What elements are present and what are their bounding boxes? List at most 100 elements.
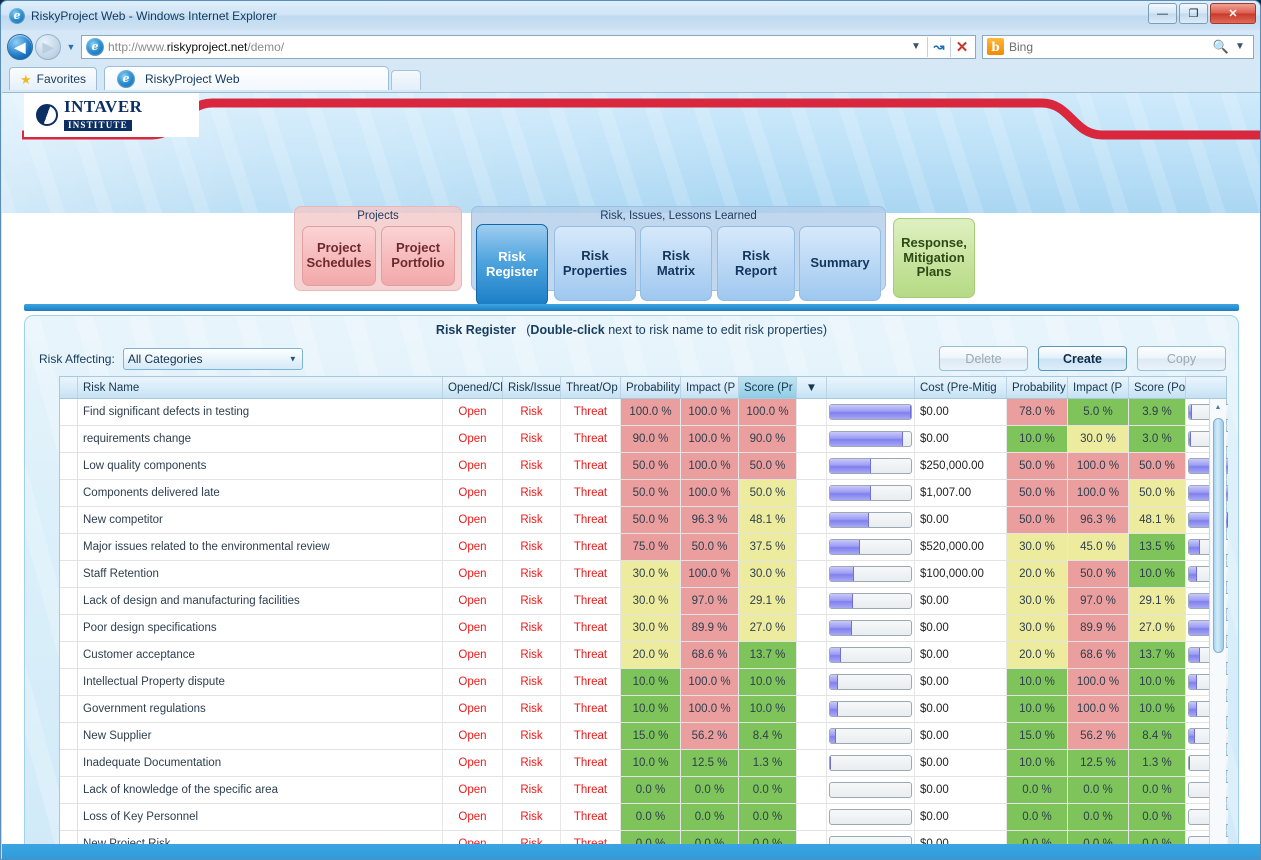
nav-button-project-schedules[interactable]: Project Schedules (302, 226, 376, 286)
nav-button-risk-register-label: Risk Register (485, 249, 539, 279)
grid-header-prob1[interactable]: Probability (621, 377, 681, 398)
cell-sort-spacer (797, 723, 827, 749)
grid-header-threat[interactable]: Threat/Op (561, 377, 621, 398)
cell-name: New Supplier (78, 723, 443, 749)
grid-header-bar2[interactable] (1186, 377, 1238, 398)
search-dropdown-button[interactable]: ▼ (1229, 36, 1251, 58)
table-row[interactable]: Government regulations Open Risk Threat 10.0… (60, 696, 1228, 723)
cell-name: requirements change (78, 426, 443, 452)
nav-button-response-mitigation-plans[interactable]: Response, Mitigation Plans (893, 218, 975, 298)
progress-bar-fill (830, 648, 842, 662)
nav-button-project-portfolio[interactable]: Project Portfolio (381, 226, 455, 286)
cell-imp2: 100.0 % (1068, 480, 1129, 506)
cell-imp1: 68.6 % (681, 642, 739, 668)
table-row[interactable]: Inadequate Documentation Open Risk Threat 10… (60, 750, 1228, 777)
cell-imp2: 45.0 % (1068, 534, 1129, 560)
grid-header-cost[interactable]: Cost (Pre-Mitig (915, 377, 1007, 398)
grid-header-imp2[interactable]: Impact (P (1068, 377, 1129, 398)
table-row[interactable]: New Supplier Open Risk Threat 15.0 % 56.2 % 8.… (60, 723, 1228, 750)
back-button[interactable]: ◀ (7, 33, 33, 60)
favorites-button[interactable]: ★ Favorites (9, 67, 98, 90)
close-button[interactable]: ✕ (1210, 3, 1256, 24)
progress-bar (829, 674, 912, 690)
cell-prob2: 30.0 % (1007, 588, 1068, 614)
scroll-up-button[interactable]: ▲ (1210, 399, 1227, 416)
hint-rest: next to risk name to edit risk propertie… (604, 323, 828, 337)
page-content: INTAVER INSTITUTE Projects Project Schedu… (2, 92, 1260, 859)
grid-header-risk[interactable]: Risk/Issue (503, 377, 561, 398)
cell-threat: Threat (561, 723, 621, 749)
cell-gutter (60, 696, 78, 722)
copy-button[interactable]: Copy (1137, 346, 1226, 371)
table-row[interactable]: Customer acceptance Open Risk Threat 20.0 % 6… (60, 642, 1228, 669)
grid-header-score2[interactable]: Score (Po (1129, 377, 1186, 398)
cell-prob2: 10.0 % (1007, 669, 1068, 695)
stop-icon[interactable]: ✕ (951, 36, 973, 58)
nav-button-risk-matrix[interactable]: Risk Matrix (640, 226, 712, 301)
cell-sort-spacer (797, 507, 827, 533)
refresh-icon[interactable]: ↝ (928, 36, 950, 58)
search-icon[interactable]: 🔍 (1213, 39, 1229, 55)
table-row[interactable]: Low quality components Open Risk Threat 50.0… (60, 453, 1228, 480)
history-dropdown-button[interactable]: ▼ (63, 34, 79, 60)
cell-threat: Threat (561, 804, 621, 830)
cell-imp2: 50.0 % (1068, 561, 1129, 587)
new-tab-button[interactable] (391, 70, 422, 90)
table-row[interactable]: Intellectual Property dispute Open Risk Thr… (60, 669, 1228, 696)
bing-icon: b (987, 38, 1004, 55)
grid-header-row: Risk Name Opened/Cl Risk/Issue Threat/Op Pro… (60, 377, 1226, 399)
grid-header-gutter[interactable] (60, 377, 78, 398)
grid-header-bar1[interactable] (827, 377, 915, 398)
search-input[interactable]: b Bing 🔍 ▼ (982, 34, 1254, 59)
table-row[interactable]: Staff Retention Open Risk Threat 30.0 % 100.0… (60, 561, 1228, 588)
nav-button-risk-properties[interactable]: Risk Properties (554, 226, 636, 301)
grid-body[interactable]: Find significant defects in testing Open R… (60, 399, 1228, 859)
delete-button[interactable]: Delete (939, 346, 1028, 371)
table-row[interactable]: Lack of knowledge of the specific area Op… (60, 777, 1228, 804)
cell-imp2: 100.0 % (1068, 696, 1129, 722)
nav-button-summary[interactable]: Summary (799, 226, 881, 301)
table-row[interactable]: requirements change Open Risk Threat 90.0 % 1… (60, 426, 1228, 453)
browser-tab[interactable]: e RiskyProject Web (104, 66, 390, 90)
grid-header-score1[interactable]: Score (Pr (739, 377, 797, 398)
vertical-scroll-track[interactable] (1210, 416, 1227, 859)
vertical-scrollbar[interactable]: ▲ ▼ (1209, 399, 1227, 859)
nav-button-project-schedules-label: Project Schedules (306, 240, 372, 270)
cell-bar1 (827, 453, 915, 479)
cell-bar1 (827, 669, 915, 695)
grid-header-name[interactable]: Risk Name (78, 377, 443, 398)
url-input[interactable]: e http://www.riskyproject.net/demo/ ▼ ↝ … (81, 34, 976, 59)
grid-header-imp1[interactable]: Impact (P (681, 377, 739, 398)
cell-bar1 (827, 723, 915, 749)
cell-sort-spacer (797, 669, 827, 695)
maximize-button[interactable]: ❐ (1179, 3, 1208, 24)
cell-name: Intellectual Property dispute (78, 669, 443, 695)
cell-imp1: 0.0 % (681, 804, 739, 830)
cell-name: Major issues related to the environmenta… (78, 534, 443, 560)
risk-affecting-select[interactable]: All Categories ▼ (122, 348, 303, 370)
cell-sort-spacer (797, 399, 827, 425)
nav-button-risk-register[interactable]: Risk Register (476, 224, 548, 306)
table-row[interactable]: Loss of Key Personnel Open Risk Threat 0.0 %… (60, 804, 1228, 831)
forward-button[interactable]: ▶ (35, 33, 61, 60)
table-row[interactable]: Find significant defects in testing Open R… (60, 399, 1228, 426)
vertical-scroll-thumb[interactable] (1212, 418, 1224, 653)
cell-threat: Threat (561, 588, 621, 614)
table-row[interactable]: Major issues related to the environmenta… (60, 534, 1228, 561)
create-button[interactable]: Create (1038, 346, 1127, 371)
table-row[interactable]: New competitor Open Risk Threat 50.0 % 96.3 %… (60, 507, 1228, 534)
cell-risk: Risk (503, 777, 561, 803)
back-arrow-icon: ◀ (14, 38, 26, 55)
grid-header-prob2[interactable]: Probability (1007, 377, 1068, 398)
cell-name: Inadequate Documentation (78, 750, 443, 776)
cell-sort-spacer (797, 642, 827, 668)
minimize-button[interactable]: — (1148, 3, 1177, 24)
table-row[interactable]: Poor design specifications Open Risk Threat… (60, 615, 1228, 642)
cell-cost: $100,000.00 (915, 561, 1007, 587)
sort-arrow-icon[interactable]: ▼ (797, 377, 827, 398)
table-row[interactable]: Lack of design and manufacturing facilit… (60, 588, 1228, 615)
grid-header-opened[interactable]: Opened/Cl (443, 377, 503, 398)
table-row[interactable]: Components delivered late Open Risk Threat 5… (60, 480, 1228, 507)
nav-button-risk-report[interactable]: Risk Report (717, 226, 795, 301)
url-dropdown-button[interactable]: ▼ (905, 36, 927, 58)
